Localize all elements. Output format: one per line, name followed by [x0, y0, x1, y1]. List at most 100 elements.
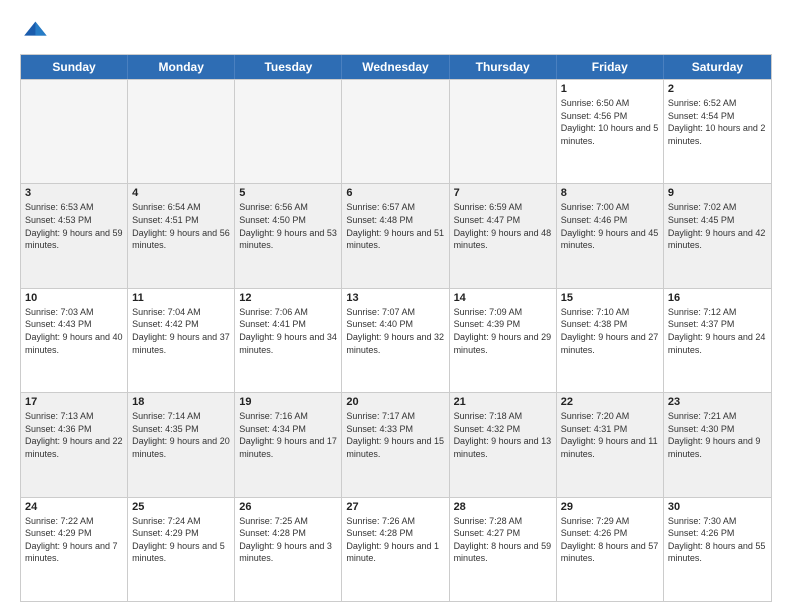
cell-text: Sunrise: 7:21 AMSunset: 4:30 PMDaylight:… — [668, 410, 767, 460]
calendar-cell: 11 Sunrise: 7:04 AMSunset: 4:42 PMDayligh… — [128, 289, 235, 392]
day-number: 18 — [132, 396, 230, 408]
calendar-header-day: Monday — [128, 55, 235, 79]
day-number: 1 — [561, 83, 659, 95]
day-number: 14 — [454, 292, 552, 304]
day-number: 5 — [239, 187, 337, 199]
calendar-cell — [128, 80, 235, 183]
calendar-cell: 12 Sunrise: 7:06 AMSunset: 4:41 PMDayligh… — [235, 289, 342, 392]
day-number: 11 — [132, 292, 230, 304]
calendar-cell: 26 Sunrise: 7:25 AMSunset: 4:28 PMDayligh… — [235, 498, 342, 601]
cell-text: Sunrise: 7:07 AMSunset: 4:40 PMDaylight:… — [346, 306, 444, 356]
calendar-cell: 20 Sunrise: 7:17 AMSunset: 4:33 PMDayligh… — [342, 393, 449, 496]
day-number: 27 — [346, 501, 444, 513]
cell-text: Sunrise: 6:50 AMSunset: 4:56 PMDaylight:… — [561, 97, 659, 147]
calendar-cell: 13 Sunrise: 7:07 AMSunset: 4:40 PMDayligh… — [342, 289, 449, 392]
cell-text: Sunrise: 7:16 AMSunset: 4:34 PMDaylight:… — [239, 410, 337, 460]
cell-text: Sunrise: 7:18 AMSunset: 4:32 PMDaylight:… — [454, 410, 552, 460]
cell-text: Sunrise: 7:22 AMSunset: 4:29 PMDaylight:… — [25, 515, 123, 565]
calendar-cell: 16 Sunrise: 7:12 AMSunset: 4:37 PMDayligh… — [664, 289, 771, 392]
cell-text: Sunrise: 6:53 AMSunset: 4:53 PMDaylight:… — [25, 201, 123, 251]
day-number: 26 — [239, 501, 337, 513]
day-number: 15 — [561, 292, 659, 304]
cell-text: Sunrise: 7:03 AMSunset: 4:43 PMDaylight:… — [25, 306, 123, 356]
calendar-week: 10 Sunrise: 7:03 AMSunset: 4:43 PMDayligh… — [21, 288, 771, 392]
calendar-cell: 14Sunrise: 7:09 AMSunset: 4:39 PMDayligh… — [450, 289, 557, 392]
day-number: 7 — [454, 187, 552, 199]
calendar: SundayMondayTuesdayWednesdayThursdayFrid… — [20, 54, 772, 602]
day-number: 4 — [132, 187, 230, 199]
day-number: 10 — [25, 292, 123, 304]
calendar-cell: 3 Sunrise: 6:53 AMSunset: 4:53 PMDaylight… — [21, 184, 128, 287]
day-number: 13 — [346, 292, 444, 304]
cell-text: Sunrise: 7:14 AMSunset: 4:35 PMDaylight:… — [132, 410, 230, 460]
calendar-header-day: Friday — [557, 55, 664, 79]
cell-text: Sunrise: 6:57 AMSunset: 4:48 PMDaylight:… — [346, 201, 444, 251]
cell-text: Sunrise: 7:30 AMSunset: 4:26 PMDaylight:… — [668, 515, 767, 565]
calendar-cell: 30Sunrise: 7:30 AMSunset: 4:26 PMDayligh… — [664, 498, 771, 601]
calendar-week: 3 Sunrise: 6:53 AMSunset: 4:53 PMDaylight… — [21, 183, 771, 287]
logo-area — [20, 16, 52, 44]
calendar-cell: 4 Sunrise: 6:54 AMSunset: 4:51 PMDaylight… — [128, 184, 235, 287]
calendar-cell: 21 Sunrise: 7:18 AMSunset: 4:32 PMDayligh… — [450, 393, 557, 496]
day-number: 24 — [25, 501, 123, 513]
cell-text: Sunrise: 7:13 AMSunset: 4:36 PMDaylight:… — [25, 410, 123, 460]
cell-text: Sunrise: 7:24 AMSunset: 4:29 PMDaylight:… — [132, 515, 230, 565]
logo-icon — [20, 16, 48, 44]
calendar-cell: 5 Sunrise: 6:56 AMSunset: 4:50 PMDaylight… — [235, 184, 342, 287]
calendar-header-day: Tuesday — [235, 55, 342, 79]
cell-text: Sunrise: 7:12 AMSunset: 4:37 PMDaylight:… — [668, 306, 767, 356]
calendar-week: 24 Sunrise: 7:22 AMSunset: 4:29 PMDayligh… — [21, 497, 771, 601]
calendar-cell: 24 Sunrise: 7:22 AMSunset: 4:29 PMDayligh… — [21, 498, 128, 601]
calendar-cell — [450, 80, 557, 183]
calendar-cell: 9Sunrise: 7:02 AMSunset: 4:45 PMDaylight… — [664, 184, 771, 287]
cell-text: Sunrise: 7:26 AMSunset: 4:28 PMDaylight:… — [346, 515, 444, 565]
cell-text: Sunrise: 7:04 AMSunset: 4:42 PMDaylight:… — [132, 306, 230, 356]
calendar-header-day: Thursday — [450, 55, 557, 79]
calendar-cell — [235, 80, 342, 183]
calendar-cell: 23 Sunrise: 7:21 AMSunset: 4:30 PMDayligh… — [664, 393, 771, 496]
calendar-header-day: Sunday — [21, 55, 128, 79]
calendar-cell — [21, 80, 128, 183]
cell-text: Sunrise: 7:20 AMSunset: 4:31 PMDaylight:… — [561, 410, 659, 460]
calendar-cell — [342, 80, 449, 183]
calendar-cell: 1 Sunrise: 6:50 AMSunset: 4:56 PMDaylight… — [557, 80, 664, 183]
cell-text: Sunrise: 7:28 AMSunset: 4:27 PMDaylight:… — [454, 515, 552, 565]
cell-text: Sunrise: 7:06 AMSunset: 4:41 PMDaylight:… — [239, 306, 337, 356]
calendar-cell: 28 Sunrise: 7:28 AMSunset: 4:27 PMDayligh… — [450, 498, 557, 601]
calendar-cell: 19Sunrise: 7:16 AMSunset: 4:34 PMDayligh… — [235, 393, 342, 496]
cell-text: Sunrise: 6:59 AMSunset: 4:47 PMDaylight:… — [454, 201, 552, 251]
calendar-header-day: Saturday — [664, 55, 771, 79]
calendar-cell: 8 Sunrise: 7:00 AMSunset: 4:46 PMDaylight… — [557, 184, 664, 287]
day-number: 25 — [132, 501, 230, 513]
day-number: 21 — [454, 396, 552, 408]
cell-text: Sunrise: 7:25 AMSunset: 4:28 PMDaylight:… — [239, 515, 337, 565]
day-number: 8 — [561, 187, 659, 199]
cell-text: Sunrise: 6:54 AMSunset: 4:51 PMDaylight:… — [132, 201, 230, 251]
header — [20, 16, 772, 44]
calendar-body: 1 Sunrise: 6:50 AMSunset: 4:56 PMDaylight… — [21, 79, 771, 601]
day-number: 16 — [668, 292, 767, 304]
cell-text: Sunrise: 7:17 AMSunset: 4:33 PMDaylight:… — [346, 410, 444, 460]
calendar-cell: 7 Sunrise: 6:59 AMSunset: 4:47 PMDaylight… — [450, 184, 557, 287]
calendar-cell: 18 Sunrise: 7:14 AMSunset: 4:35 PMDayligh… — [128, 393, 235, 496]
calendar-cell: 15Sunrise: 7:10 AMSunset: 4:38 PMDayligh… — [557, 289, 664, 392]
calendar-cell: 6 Sunrise: 6:57 AMSunset: 4:48 PMDaylight… — [342, 184, 449, 287]
day-number: 20 — [346, 396, 444, 408]
calendar-week: 17 Sunrise: 7:13 AMSunset: 4:36 PMDayligh… — [21, 392, 771, 496]
day-number: 12 — [239, 292, 337, 304]
day-number: 3 — [25, 187, 123, 199]
calendar-cell: 29Sunrise: 7:29 AMSunset: 4:26 PMDayligh… — [557, 498, 664, 601]
day-number: 17 — [25, 396, 123, 408]
day-number: 22 — [561, 396, 659, 408]
day-number: 6 — [346, 187, 444, 199]
cell-text: Sunrise: 7:00 AMSunset: 4:46 PMDaylight:… — [561, 201, 659, 251]
calendar-header-day: Wednesday — [342, 55, 449, 79]
day-number: 28 — [454, 501, 552, 513]
cell-text: Sunrise: 6:56 AMSunset: 4:50 PMDaylight:… — [239, 201, 337, 251]
day-number: 23 — [668, 396, 767, 408]
cell-text: Sunrise: 7:29 AMSunset: 4:26 PMDaylight:… — [561, 515, 659, 565]
cell-text: Sunrise: 7:02 AMSunset: 4:45 PMDaylight:… — [668, 201, 767, 251]
cell-text: Sunrise: 6:52 AMSunset: 4:54 PMDaylight:… — [668, 97, 767, 147]
calendar-week: 1 Sunrise: 6:50 AMSunset: 4:56 PMDaylight… — [21, 79, 771, 183]
calendar-cell: 27 Sunrise: 7:26 AMSunset: 4:28 PMDayligh… — [342, 498, 449, 601]
